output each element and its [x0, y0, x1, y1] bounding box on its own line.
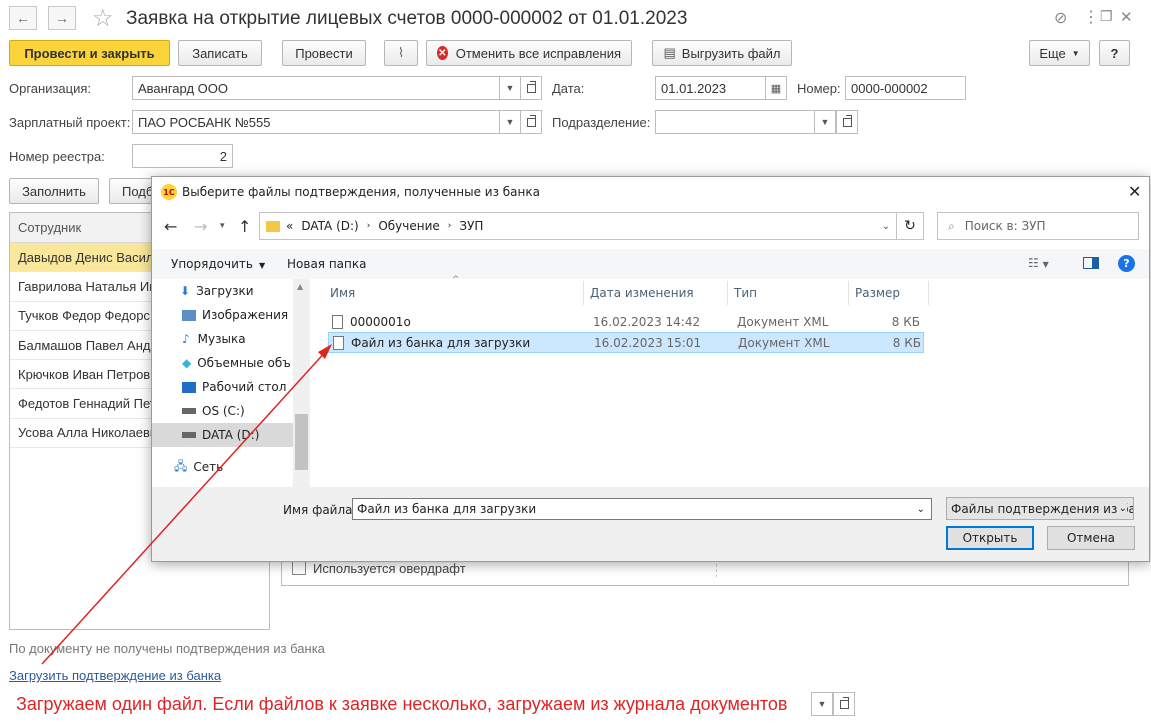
- annotation-text: Загружаем один файл. Если файлов к заявк…: [16, 694, 788, 714]
- annotation-arrow: [41, 344, 332, 665]
